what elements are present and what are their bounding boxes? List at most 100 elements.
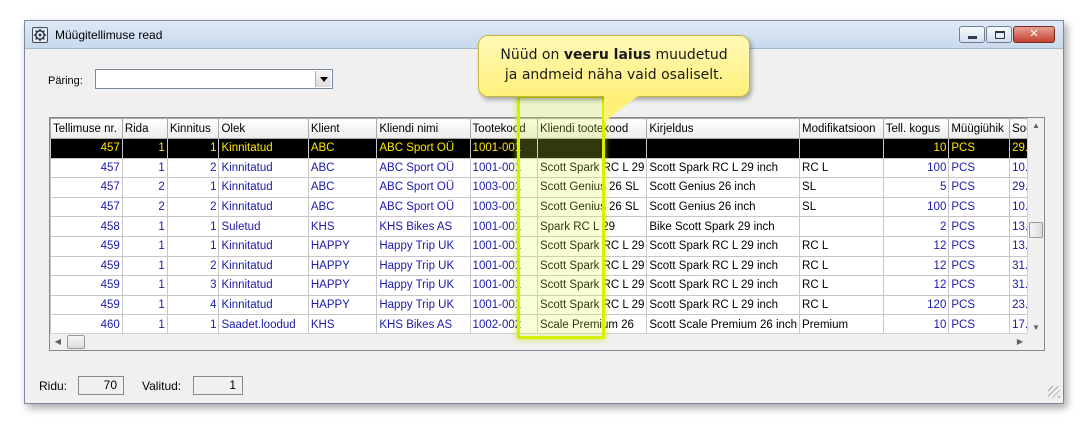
column-header[interactable]: Rida [121, 118, 168, 139]
table-cell[interactable] [799, 216, 884, 237]
table-cell[interactable]: PCS [948, 216, 1011, 237]
table-cell[interactable]: SL [799, 196, 884, 218]
table-cell[interactable]: RC L [799, 157, 884, 179]
table-cell[interactable]: 459 [50, 294, 123, 316]
table-cell[interactable]: PCS [948, 138, 1011, 159]
table-cell[interactable]: Happy Trip UK [376, 235, 471, 257]
table-row[interactable]: 458 1 1 Suletud KHS KHS Bikes AS 1001-001 Spark… [50, 216, 1044, 237]
table-cell[interactable]: 2 [121, 196, 168, 218]
table-cell[interactable]: SL [799, 177, 884, 198]
table-cell[interactable]: 1001-001 [469, 157, 538, 179]
table-cell[interactable]: Scott Spark RC L 29 inch [646, 275, 801, 296]
table-cell[interactable]: 2 [121, 177, 168, 198]
table-cell[interactable]: 1001-001 [469, 275, 538, 296]
table-cell[interactable]: Spark RC L 29 [536, 216, 648, 237]
table-cell[interactable]: Kinnitatud [218, 196, 309, 218]
order-lines-grid[interactable]: Tellimuse nr. Rida Kinnitus Olek Klient Klien… [49, 117, 1045, 351]
table-cell[interactable]: Bike Scott Spark 29 inch [646, 216, 801, 237]
table-cell[interactable]: Scott Spark RC L 29 inch [646, 255, 801, 277]
table-cell[interactable]: 457 [50, 138, 123, 159]
table-cell[interactable]: 459 [50, 275, 123, 296]
column-header[interactable]: Müügiühik [948, 118, 1011, 139]
table-cell[interactable]: ABC Sport OÜ [376, 157, 471, 179]
table-cell[interactable]: Scale Premium 26 [536, 314, 648, 335]
table-cell[interactable]: ABC [307, 196, 378, 218]
table-cell[interactable]: RC L [799, 255, 884, 277]
table-cell[interactable]: 1001-001 [469, 138, 538, 159]
vertical-scrollbar[interactable]: ▲ ▼ [1027, 118, 1044, 336]
table-cell[interactable]: ABC [307, 177, 378, 198]
table-cell[interactable]: 1001-001 [469, 255, 538, 277]
table-cell[interactable]: Scott Spark RC L 29 inch [646, 157, 801, 179]
table-cell[interactable]: ABC Sport OÜ [376, 177, 471, 198]
table-cell[interactable]: 1001-001 [469, 216, 538, 237]
table-cell[interactable]: 1 [121, 275, 168, 296]
table-cell[interactable]: Scott Spark RC L 29 [536, 294, 648, 316]
table-cell[interactable]: Happy Trip UK [376, 275, 471, 296]
table-cell[interactable]: 12 [882, 275, 950, 296]
table-cell[interactable]: 458 [50, 216, 123, 237]
table-cell[interactable]: KHS [307, 216, 378, 237]
minimize-button[interactable] [959, 26, 985, 43]
table-row[interactable]: 457 1 1 Kinnitatud ABC ABC Sport OÜ 1001-001 Sc… [50, 138, 1044, 159]
table-cell[interactable]: Saadet.loodud [218, 314, 309, 335]
table-cell[interactable]: Suletud [218, 216, 309, 237]
table-cell[interactable]: Kinnitatud [218, 157, 309, 179]
table-cell[interactable]: Kinnitatud [218, 235, 309, 257]
table-cell[interactable]: Happy Trip UK [376, 255, 471, 277]
table-cell[interactable]: 10 [882, 138, 950, 159]
table-cell[interactable]: Kinnitatud [218, 275, 309, 296]
table-row[interactable]: 459 1 3 Kinnitatud HAPPY Happy Trip UK 1001-00… [50, 275, 1044, 296]
table-cell[interactable]: Scott Spark RC L 29 inch [646, 235, 801, 257]
table-cell[interactable]: RC L [799, 235, 884, 257]
table-row[interactable]: 460 1 1 Saadet.loodud KHS KHS Bikes AS 1002-00… [50, 314, 1044, 335]
table-cell[interactable]: PCS [948, 157, 1011, 179]
table-cell[interactable]: PCS [948, 275, 1011, 296]
table-cell[interactable]: 1 [166, 138, 220, 159]
table-cell[interactable]: Kinnitatud [218, 177, 309, 198]
table-row[interactable]: 459 1 1 Kinnitatud HAPPY Happy Trip UK 1001-00… [50, 235, 1044, 257]
table-cell[interactable]: 457 [50, 196, 123, 218]
table-cell[interactable]: KHS [307, 314, 378, 335]
table-cell[interactable]: 100 [882, 157, 950, 179]
table-cell[interactable]: PCS [948, 196, 1011, 218]
column-header[interactable]: Tootekood [469, 118, 538, 139]
table-cell[interactable]: 1 [166, 177, 220, 198]
table-cell[interactable]: 120 [882, 294, 950, 316]
table-cell[interactable]: Scott Genius 26 inch [646, 196, 801, 218]
table-row[interactable]: 459 1 4 Kinnitatud HAPPY Happy Trip UK 1001-00… [50, 294, 1044, 316]
resize-grip-icon[interactable] [1048, 386, 1060, 398]
table-cell[interactable]: Scott Spark RC L 29 [536, 157, 648, 179]
horizontal-scrollbar[interactable]: ◀ ▶ [50, 333, 1028, 350]
table-cell[interactable]: ABC Sport OÜ [376, 138, 471, 159]
table-cell[interactable]: Scott Genius 26 SL [536, 196, 648, 218]
table-cell[interactable]: 1 [166, 216, 220, 237]
column-header[interactable]: Kirjeldus [646, 118, 801, 139]
table-cell[interactable]: Scott Genius 26 SL [536, 177, 648, 198]
table-cell[interactable]: 1003-001 [469, 196, 538, 218]
table-cell[interactable]: Kinnitatud [218, 294, 309, 316]
maximize-button[interactable] [986, 26, 1012, 43]
table-cell[interactable]: 1 [121, 216, 168, 237]
close-button[interactable]: ✕ [1013, 26, 1055, 43]
table-cell[interactable]: 1 [121, 157, 168, 179]
table-row[interactable]: 457 2 1 Kinnitatud ABC ABC Sport OÜ 1003-001 Sc… [50, 177, 1044, 198]
table-cell[interactable]: 12 [882, 235, 950, 257]
scroll-up-icon[interactable]: ▲ [1028, 118, 1044, 134]
table-cell[interactable]: 1 [121, 294, 168, 316]
table-cell[interactable]: 5 [882, 177, 950, 198]
table-cell[interactable]: Scott Spark RC L 29 [536, 235, 648, 257]
table-cell[interactable]: KHS Bikes AS [376, 314, 471, 335]
table-cell[interactable]: Scott Spark RC L 29 [536, 255, 648, 277]
table-cell[interactable]: RC L [799, 138, 884, 159]
table-cell[interactable]: HAPPY [307, 275, 378, 296]
table-cell[interactable]: 3 [166, 275, 220, 296]
table-cell[interactable]: 1001-001 [469, 294, 538, 316]
scroll-left-icon[interactable]: ◀ [50, 334, 66, 350]
table-cell[interactable]: PCS [948, 177, 1011, 198]
column-header[interactable]: Klient [307, 118, 378, 139]
table-cell[interactable]: Scott Spark RC L 29 [536, 138, 648, 159]
query-dropdown[interactable] [95, 69, 333, 89]
table-cell[interactable]: 1001-001 [469, 235, 538, 257]
table-cell[interactable]: PCS [948, 314, 1011, 335]
